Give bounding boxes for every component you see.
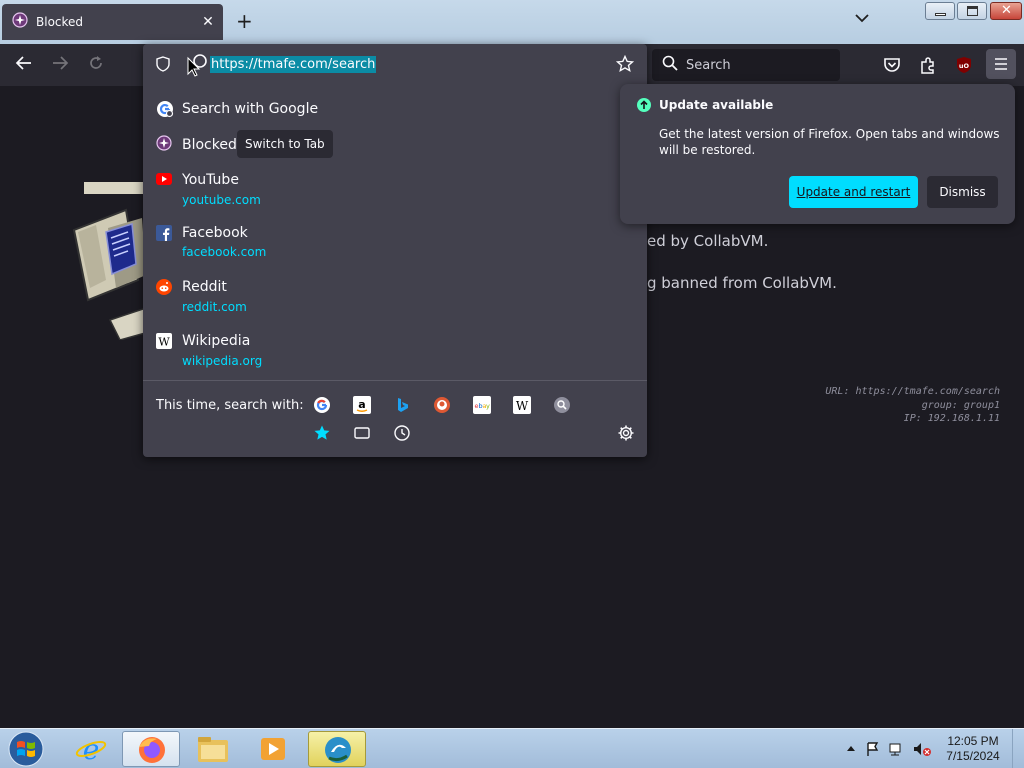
url-text[interactable]: https://tmafe.com/search: [210, 56, 377, 73]
bookmarks-icon[interactable]: [313, 424, 331, 442]
back-button[interactable]: [12, 54, 36, 76]
search-bar[interactable]: Search: [652, 49, 840, 81]
file-explorer-icon[interactable]: [184, 731, 242, 767]
google-icon[interactable]: [313, 396, 331, 414]
meta-ip: IP: 192.168.1.11: [903, 413, 1000, 424]
suggestion-youtube[interactable]: YouTube youtube.com: [143, 168, 647, 212]
one-off-search-label: This time, search with:: [156, 398, 304, 413]
bookmark-star-icon[interactable]: [615, 54, 635, 77]
tabs-icon[interactable]: [353, 424, 371, 442]
svg-text:W: W: [158, 336, 170, 349]
clock-time: 12:05 PM: [947, 734, 999, 748]
pocket-icon[interactable]: [881, 54, 903, 76]
svg-text:uO: uO: [959, 62, 970, 70]
amazon-icon[interactable]: a: [353, 396, 371, 414]
suggestion-url: wikipedia.org: [182, 354, 263, 368]
meta-group: group: group1: [921, 399, 1000, 411]
svg-text:a: a: [358, 398, 365, 411]
urlbar-dropdown: https://tmafe.com/search Search with Goo…: [143, 44, 647, 457]
system-clock[interactable]: 12:05 PM 7/15/2024: [940, 734, 1006, 764]
window-minimize-button[interactable]: [925, 2, 955, 20]
new-tab-button[interactable]: +: [236, 11, 253, 31]
media-player-icon[interactable]: [244, 731, 302, 767]
reddit-icon: [156, 279, 172, 299]
suggestion-title: Reddit: [182, 279, 227, 295]
system-tray: [843, 741, 933, 757]
suggestion-search-google[interactable]: Search with Google: [143, 96, 647, 126]
window-restore-button[interactable]: [957, 2, 987, 20]
remote-viewer-icon[interactable]: [308, 731, 366, 767]
search-engine-icon[interactable]: [553, 396, 571, 414]
suggestion-wikipedia[interactable]: W Wikipedia wikipedia.org: [143, 329, 647, 373]
forward-button[interactable]: [48, 54, 72, 76]
meta-url: URL: https://tmafe.com/search: [825, 386, 1000, 397]
svg-text:e: e: [83, 733, 100, 766]
wikipedia-icon[interactable]: W: [513, 396, 531, 414]
search-placeholder: Search: [686, 57, 731, 73]
update-title: Update available: [659, 98, 774, 112]
suggestion-title: Search with Google: [182, 101, 319, 117]
tab-list-chevron-icon[interactable]: [855, 12, 869, 27]
suggestion-url: reddit.com: [182, 300, 247, 314]
switch-to-tab-badge[interactable]: Switch to Tab: [237, 130, 333, 158]
google-icon: [156, 100, 174, 122]
blocked-page-text-ban: g banned from CollabVM.: [647, 274, 837, 292]
divider: [143, 380, 647, 381]
suggestion-title: Wikipedia: [182, 333, 251, 349]
blocked-favicon: [12, 12, 28, 32]
tracking-shield-icon[interactable]: [155, 56, 171, 76]
page-search-icon[interactable]: [186, 52, 210, 82]
update-available-panel: Update available Get the latest version …: [620, 84, 1015, 224]
suggestion-title: Blocked: [182, 137, 237, 153]
duckduckgo-icon[interactable]: [433, 396, 451, 414]
svg-text:y: y: [486, 402, 490, 410]
update-description: Get the latest version of Firefox. Open …: [659, 127, 1000, 157]
reload-button[interactable]: [84, 54, 108, 76]
ebay-icon[interactable]: ebay: [473, 396, 491, 414]
firefox-icon[interactable]: [122, 731, 180, 767]
bing-icon[interactable]: [393, 396, 411, 414]
internet-explorer-icon[interactable]: e: [62, 731, 120, 767]
tab-close-icon[interactable]: ✕: [199, 14, 217, 30]
search-icon: [662, 55, 678, 75]
ublock-origin-icon[interactable]: uO: [953, 54, 975, 76]
show-desktop-button[interactable]: [1012, 729, 1024, 768]
tab-blocked[interactable]: Blocked ✕: [2, 4, 223, 40]
suggestion-title: YouTube: [182, 172, 239, 188]
settings-icon[interactable]: [617, 424, 635, 442]
suggestion-title: Facebook: [182, 225, 248, 241]
start-button[interactable]: [6, 730, 46, 768]
facebook-icon: [156, 225, 172, 245]
urlbar-input[interactable]: https://tmafe.com/search: [143, 44, 647, 84]
history-icon[interactable]: [393, 424, 411, 442]
suggestion-url: youtube.com: [182, 193, 261, 207]
title-bar: Blocked ✕ + ✕: [0, 0, 1024, 44]
suggestion-open-tab-blocked[interactable]: Blocked: [143, 132, 647, 162]
blocked-page-text: ed by CollabVM.: [647, 232, 769, 250]
clock-date: 7/15/2024: [946, 749, 1000, 763]
wikipedia-icon: W: [156, 333, 172, 353]
suggestion-url: facebook.com: [182, 245, 267, 259]
youtube-icon: [156, 173, 172, 189]
update-arrow-icon: [637, 98, 651, 116]
suggestion-reddit[interactable]: Reddit reddit.com: [143, 275, 647, 319]
blocked-page-meta: URL: https://tmafe.com/search group: gro…: [825, 385, 1000, 426]
update-and-restart-button[interactable]: Update and restart: [789, 176, 918, 208]
dismiss-button[interactable]: Dismiss: [927, 176, 998, 208]
taskbar: e 12:05 PM 7/15/2024: [0, 728, 1024, 768]
blocked-favicon: [156, 135, 172, 155]
tab-title: Blocked: [36, 15, 84, 29]
app-menu-button[interactable]: [986, 49, 1016, 79]
window-close-button[interactable]: ✕: [990, 2, 1022, 20]
svg-text:W: W: [516, 399, 529, 413]
extensions-icon[interactable]: [917, 54, 939, 76]
suggestion-facebook[interactable]: Facebook facebook.com: [143, 221, 647, 265]
